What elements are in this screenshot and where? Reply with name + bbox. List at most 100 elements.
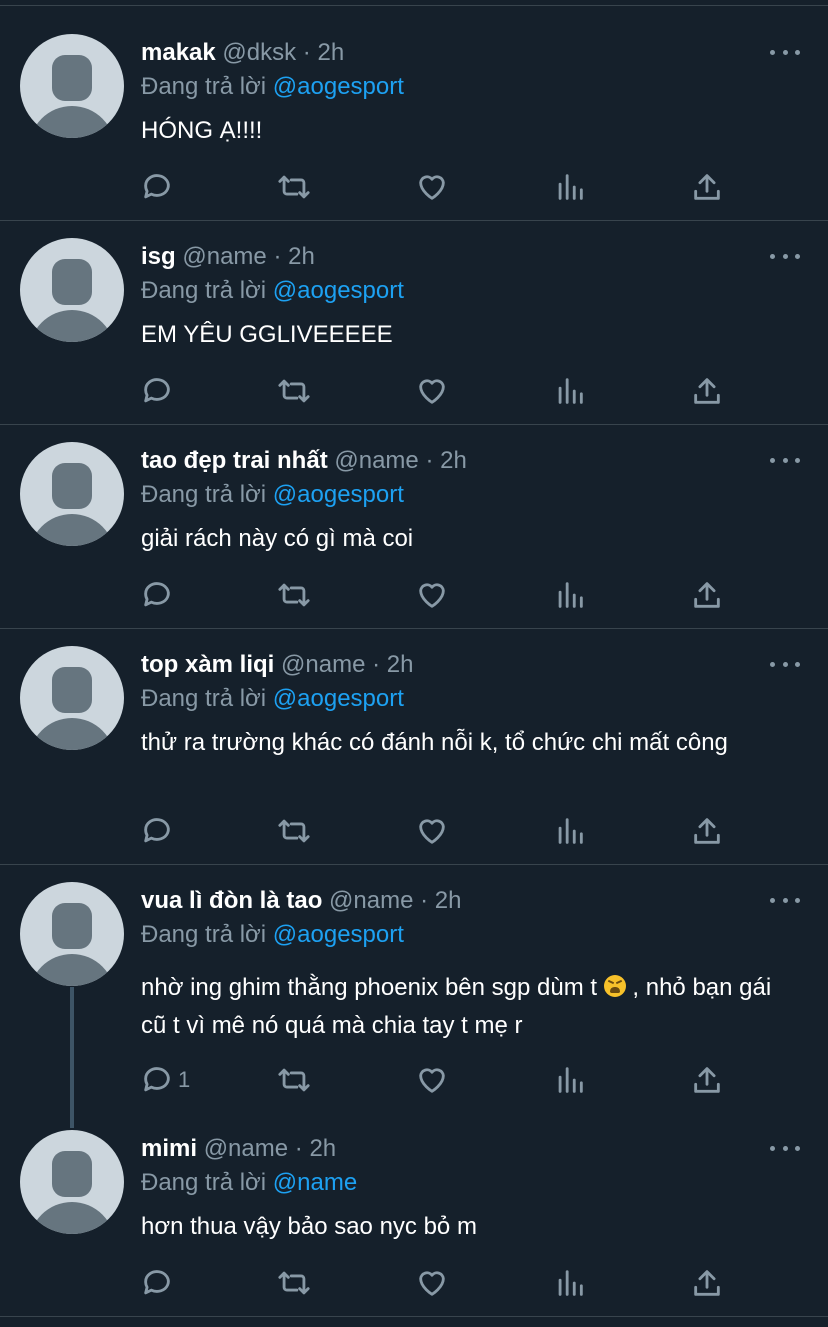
retweet-button[interactable] [277,373,311,409]
like-button[interactable] [415,169,449,205]
analytics-button[interactable] [553,169,587,205]
like-button[interactable] [415,1062,449,1098]
replying-to: Đang trả lời @aogesport [141,276,404,306]
display-name[interactable]: isg [141,243,176,270]
reply-button[interactable] [140,373,178,409]
reply-icon [144,1270,170,1295]
analytics-button[interactable] [553,373,587,409]
reply-button[interactable] [140,813,178,849]
more-options-icon[interactable] [770,654,800,674]
retweet-icon [278,583,310,607]
more-options-icon[interactable] [770,42,800,62]
analytics-button[interactable] [553,577,587,613]
retweet-button[interactable] [277,577,311,613]
tweet-header: tao đẹp trai nhất @name · 2h [141,446,467,476]
like-button[interactable] [415,373,449,409]
user-handle[interactable]: @dksk [222,39,296,66]
share-icon [694,582,720,608]
retweet-button[interactable] [277,1265,311,1301]
separator-dot: · [425,447,434,474]
more-options-icon[interactable] [770,1138,800,1158]
user-handle[interactable]: @name [329,887,413,914]
user-handle[interactable]: @name [281,651,365,678]
replying-label: Đang trả lời [141,277,267,304]
reply-button[interactable] [140,169,178,205]
more-options-icon[interactable] [770,450,800,470]
share-button[interactable] [690,1062,724,1098]
retweet-button[interactable] [277,1062,311,1098]
reply-mention-link[interactable]: @aogesport [273,685,404,712]
like-button[interactable] [415,1265,449,1301]
display-name[interactable]: makak [141,39,216,66]
analytics-icon [558,174,583,200]
display-name[interactable]: top xàm liqi [141,651,274,678]
share-button[interactable] [690,169,724,205]
separator-dot: · [273,243,282,270]
replying-to: Đang trả lời @name [141,1168,357,1198]
avatar[interactable] [20,646,124,750]
reply-mention-link[interactable]: @aogesport [273,921,404,948]
replying-to: Đang trả lời @aogesport [141,920,404,950]
avatar[interactable] [20,238,124,342]
reply-mention-link[interactable]: @aogesport [273,73,404,100]
like-button[interactable] [415,813,449,849]
analytics-button[interactable] [553,813,587,849]
timestamp[interactable]: 2h [288,243,315,270]
timestamp[interactable]: 2h [387,651,414,678]
tweet[interactable]: isg @name · 2h Đang trả lời @aogesport E… [0,204,828,424]
tweet-text: thử ra trường khác có đánh nỗi k, tổ chứ… [141,729,728,756]
timestamp[interactable]: 2h [440,447,467,474]
like-button[interactable] [415,577,449,613]
replying-label: Đang trả lời [141,1169,267,1196]
tweet[interactable]: tao đẹp trai nhất @name · 2h Đang trả lờ… [0,408,828,628]
reply-button[interactable] [140,1265,178,1301]
action-bar [0,169,828,205]
reply-button[interactable]: 1 [140,1062,190,1098]
tweet[interactable]: mimi @name · 2h Đang trả lời @name hơn t… [0,1096,828,1316]
retweet-icon [278,1068,310,1092]
analytics-button[interactable] [553,1062,587,1098]
display-name[interactable]: mimi [141,1135,197,1162]
user-handle[interactable]: @name [182,243,266,270]
analytics-icon [558,1067,583,1093]
avatar[interactable] [20,882,124,986]
timestamp[interactable]: 2h [435,887,462,914]
reply-mention-link[interactable]: @aogesport [273,277,404,304]
share-button[interactable] [690,813,724,849]
separator-dot: · [302,39,311,66]
action-bar: 1 [0,1062,828,1098]
retweet-button[interactable] [277,813,311,849]
user-handle[interactable]: @name [204,1135,288,1162]
retweet-button[interactable] [277,169,311,205]
reply-button[interactable] [140,577,178,613]
share-button[interactable] [690,577,724,613]
reply-mention-link[interactable]: @name [273,1169,357,1196]
retweet-icon [278,379,310,403]
timestamp[interactable]: 2h [309,1135,336,1162]
tweet-header: isg @name · 2h [141,242,315,272]
replying-label: Đang trả lời [141,685,267,712]
tweet[interactable]: top xàm liqi @name · 2h Đang trả lời @ao… [0,612,828,864]
share-button[interactable] [690,1265,724,1301]
user-handle[interactable]: @name [334,447,418,474]
more-options-icon[interactable] [770,890,800,910]
display-name[interactable]: vua lì đòn là tao [141,887,322,914]
share-button[interactable] [690,373,724,409]
tweet[interactable]: vua lì đòn là tao @name · 2h Đang trả lờ… [0,848,828,1100]
heart-icon [419,1068,445,1093]
retweet-icon [278,1271,310,1295]
avatar[interactable] [20,34,124,138]
analytics-button[interactable] [553,1265,587,1301]
tweet[interactable]: makak @dksk · 2h Đang trả lời @aogesport… [0,0,828,220]
more-options-icon[interactable] [770,246,800,266]
reply-mention-link[interactable]: @aogesport [273,481,404,508]
action-bar [0,813,828,849]
reply-feed: makak @dksk · 2h Đang trả lời @aogesport… [0,0,828,1327]
avatar[interactable] [20,1130,124,1234]
tweet-header: top xàm liqi @name · 2h [141,650,413,680]
analytics-icon [558,818,583,844]
timestamp[interactable]: 2h [317,39,344,66]
display-name[interactable]: tao đẹp trai nhất [141,447,328,474]
tweet-text: hơn thua vậy bảo sao nyc bỏ m [141,1213,477,1240]
avatar[interactable] [20,442,124,546]
